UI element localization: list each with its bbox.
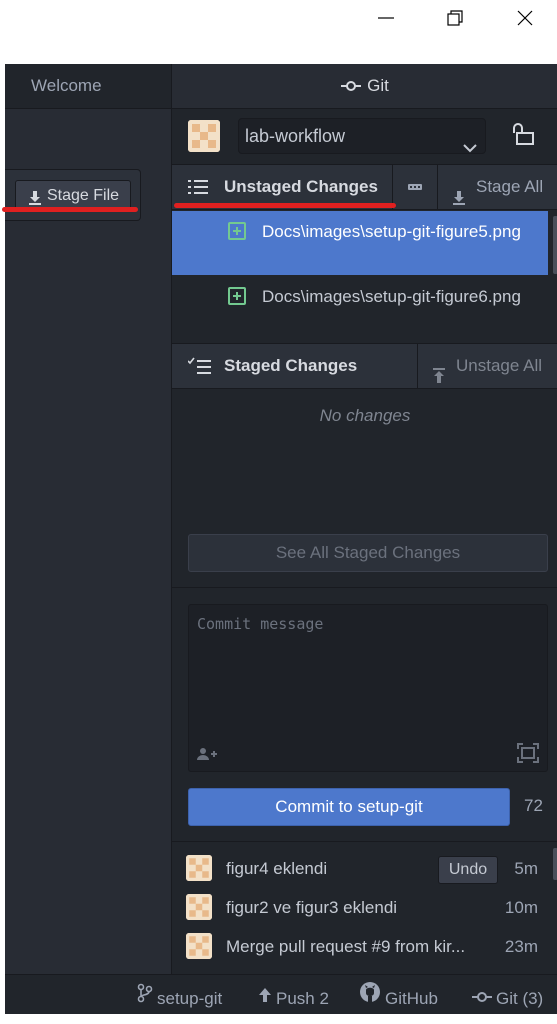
left-pane: Welcome Stage File: [2, 64, 171, 974]
github-button[interactable]: GitHub: [359, 975, 438, 1024]
tab-git[interactable]: Git: [172, 64, 557, 109]
status-bar: setup-git Push 2 GitHub Git (3): [5, 974, 557, 1014]
git-status-label: Git (3): [496, 989, 544, 1008]
upload-icon: [432, 358, 446, 402]
commit-message: figur2 ve figur3 eklendi: [226, 898, 398, 917]
unlock-icon[interactable]: [510, 122, 536, 148]
divider: [417, 344, 418, 388]
file-path: Docs\images\setup-git-figure6.png: [262, 287, 521, 306]
file-added-icon: [228, 287, 246, 305]
commit-button[interactable]: Commit to setup-git: [188, 788, 510, 826]
git-status-button[interactable]: Git (3): [472, 975, 543, 1024]
branch-button[interactable]: setup-git: [137, 975, 222, 1024]
tab-git-label: Git: [367, 76, 389, 95]
window-title-bar: [0, 0, 557, 64]
restore-icon[interactable]: [443, 6, 467, 30]
git-branch-icon: [137, 974, 153, 1022]
avatar: [188, 120, 220, 152]
stage-all-label: Stage All: [476, 177, 544, 196]
chevron-down-icon: [463, 130, 477, 164]
file-added-icon: [228, 222, 246, 240]
download-icon: [28, 187, 42, 217]
close-icon[interactable]: [513, 6, 537, 30]
expand-editor-icon[interactable]: [517, 743, 539, 768]
divider: [172, 841, 557, 842]
scrollbar[interactable]: [553, 848, 557, 880]
unstaged-file-item[interactable]: Docs\images\setup-git-figure5.png: [172, 211, 548, 275]
repo-row: lab-workflow: [172, 108, 557, 164]
commit-time: 5m: [514, 859, 538, 878]
character-count: 72: [524, 796, 543, 815]
diff-toolbar: Stage File: [5, 169, 141, 221]
see-all-staged-button[interactable]: See All Staged Changes: [188, 534, 548, 572]
commit-time: 23m: [504, 937, 538, 956]
github-label: GitHub: [385, 989, 438, 1008]
undo-button[interactable]: Undo: [438, 856, 498, 884]
checklist-icon: [187, 357, 212, 382]
file-path: Docs\images\setup-git-figure5.png: [262, 222, 521, 241]
list-icon: [188, 178, 208, 201]
unstage-all-label: Unstage All: [456, 356, 542, 375]
highlight-underline: [2, 207, 138, 212]
git-panel: Git lab-workflow Unstaged Changes Stage …: [171, 64, 557, 974]
branch-label: setup-git: [157, 989, 223, 1008]
minimize-icon[interactable]: [374, 6, 398, 30]
git-commit-icon: [341, 65, 362, 109]
commit-message: figur4 eklendi: [226, 859, 328, 878]
github-icon: [359, 974, 381, 1022]
arrow-up-icon: [258, 974, 272, 1022]
unstage-all-button[interactable]: Unstage All: [432, 344, 557, 388]
recent-commit-item[interactable]: figur4 eklendi Undo 5m: [172, 850, 552, 888]
avatar: [186, 933, 212, 959]
repository-select[interactable]: lab-workflow: [238, 118, 486, 154]
editor-window: Welcome Stage File Git lab-workflow Unst…: [2, 64, 557, 1014]
recent-commit-item[interactable]: Merge pull request #9 from kir... 23m: [172, 928, 552, 966]
highlight-underline: [174, 203, 396, 208]
empty-state-text: No changes: [319, 406, 411, 425]
commit-message-box: [188, 604, 548, 772]
tab-welcome-label: Welcome: [31, 76, 102, 95]
unstaged-file-item[interactable]: Docs\images\setup-git-figure6.png: [172, 276, 548, 340]
staged-changes-header: Staged Changes Unstage All: [172, 343, 557, 389]
staged-title: Staged Changes: [224, 356, 358, 375]
avatar: [186, 855, 212, 881]
commit-message: Merge pull request #9 from kir...: [226, 937, 466, 956]
push-button[interactable]: Push 2: [258, 975, 329, 1024]
scrollbar[interactable]: [553, 216, 557, 274]
more-options-icon[interactable]: [408, 165, 432, 209]
unstaged-changes-header: Unstaged Changes Stage All: [172, 164, 557, 210]
add-co-author-icon[interactable]: [197, 747, 217, 766]
divider: [437, 165, 438, 209]
tab-welcome[interactable]: Welcome: [5, 64, 171, 109]
push-label: Push 2: [276, 989, 329, 1008]
recent-commit-item[interactable]: figur2 ve figur3 eklendi 10m: [172, 889, 552, 927]
divider: [172, 587, 557, 588]
git-commit-icon: [472, 974, 492, 1022]
commit-message-input[interactable]: [189, 605, 547, 735]
stage-all-button[interactable]: Stage All: [452, 165, 557, 209]
commit-time: 10m: [504, 898, 538, 917]
repository-name: lab-workflow: [245, 126, 346, 146]
avatar: [186, 894, 212, 920]
